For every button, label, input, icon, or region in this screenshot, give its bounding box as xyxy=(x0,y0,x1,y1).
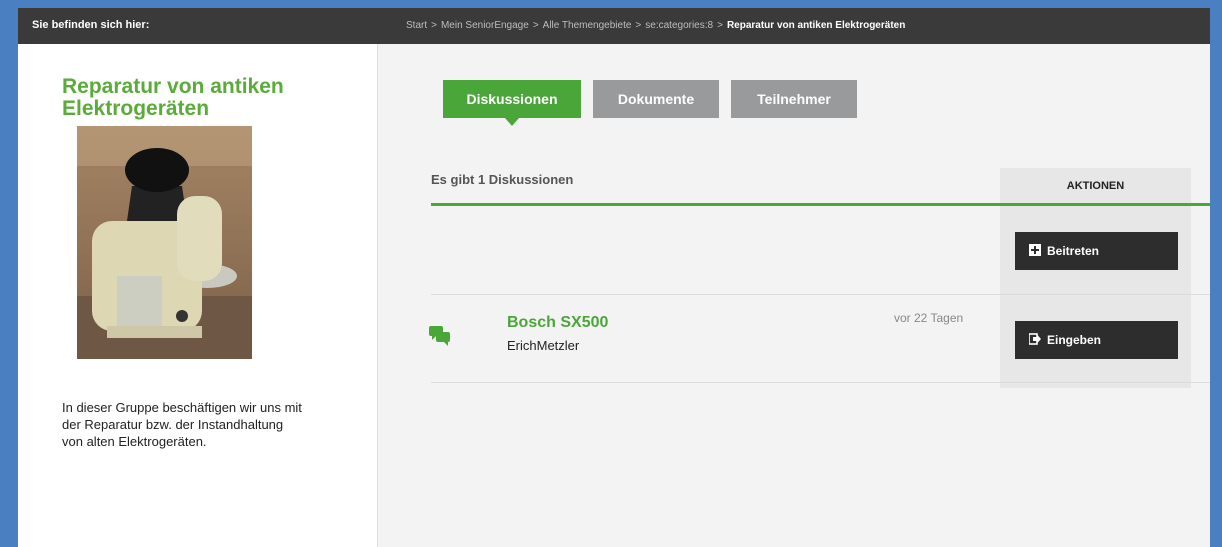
breadcrumb-alle-themengebiete[interactable]: Alle Themengebiete xyxy=(543,20,632,31)
enter-discussion-button[interactable]: Eingeben xyxy=(1015,321,1178,359)
tab-diskussionen[interactable]: Diskussionen xyxy=(443,80,581,118)
discussion-age: vor 22 Tagen xyxy=(894,311,964,325)
breadcrumb: Start > Mein SeniorEngage > Alle Themengebie… xyxy=(406,20,906,31)
discussion-title-link[interactable]: Bosch SX500 xyxy=(507,314,608,332)
breadcrumb-start[interactable]: Start xyxy=(406,20,427,31)
group-description: In dieser Gruppe beschäftigen wir uns mi… xyxy=(62,400,302,449)
join-button-label: Beitreten xyxy=(1047,244,1100,258)
active-tab-pointer xyxy=(505,118,519,126)
tab-dokumente[interactable]: Dokumente xyxy=(593,80,719,118)
discussion-author: ErichMetzler xyxy=(507,338,580,353)
sign-in-arrow-icon xyxy=(1029,333,1041,345)
tab-teilnehmer[interactable]: Teilnehmer xyxy=(731,80,857,118)
header-divider xyxy=(431,203,1210,206)
top-bar: Sie befinden sich hier: Start > Mein Senio… xyxy=(18,8,1210,44)
enter-button-label: Eingeben xyxy=(1047,333,1102,347)
chat-bubbles-icon xyxy=(429,326,450,346)
breadcrumb-current: Reparatur von antiken Elektrogeräten xyxy=(726,20,906,31)
location-label: Sie befinden sich hier: xyxy=(32,19,150,31)
group-title: Reparatur von antiken Elektrogeräten xyxy=(62,75,284,120)
group-image xyxy=(77,126,252,359)
join-button[interactable]: Beitreten xyxy=(1015,232,1178,270)
discussion-count: Es gibt 1 Diskussionen xyxy=(431,172,574,187)
breadcrumb-mein-seniorengage[interactable]: Mein SeniorEngage xyxy=(441,20,529,31)
row-divider-top xyxy=(431,294,1210,295)
plus-icon xyxy=(1029,244,1041,256)
breadcrumb-category[interactable]: se:categories:8 xyxy=(645,20,713,31)
actions-header: AKTIONEN xyxy=(1066,180,1125,192)
row-divider-bottom xyxy=(431,382,1210,383)
page-frame: Sie befinden sich hier: Start > Mein Senio… xyxy=(18,8,1210,547)
